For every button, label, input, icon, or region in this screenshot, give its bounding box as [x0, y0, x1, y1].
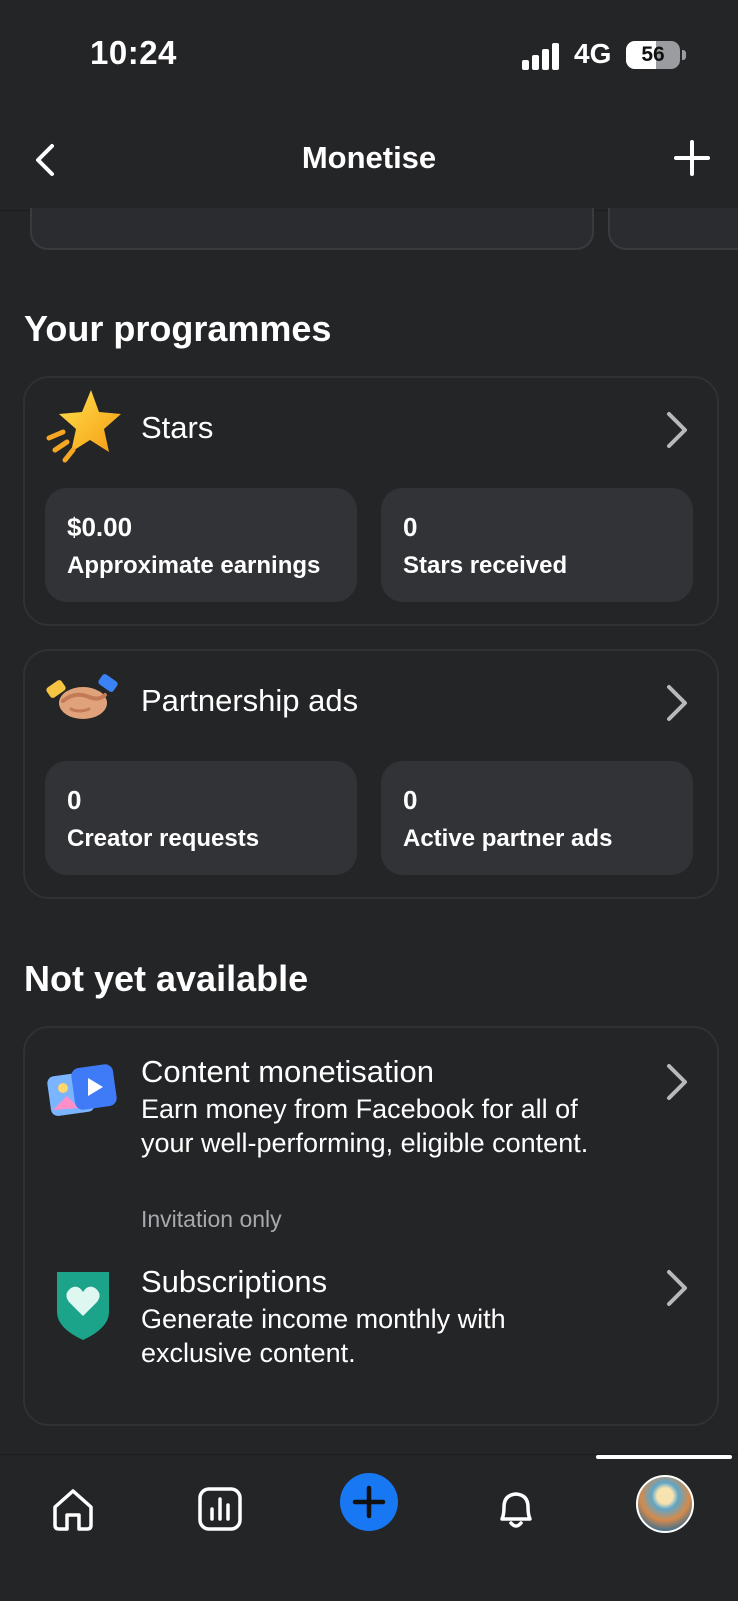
section-title-not-available: Not yet available: [24, 958, 309, 999]
item-title: Subscriptions: [141, 1264, 328, 1299]
stat-value: $0.00: [67, 512, 133, 542]
signal-icon: [522, 42, 562, 70]
stat-approximate-earnings[interactable]: $0.00 Approximate earnings: [45, 488, 357, 602]
stat-label: Approximate earnings: [67, 552, 321, 579]
add-button[interactable]: [672, 138, 712, 178]
stat-label: Active partner ads: [403, 825, 613, 852]
item-description: Earn money from Facebook for all of your…: [141, 1094, 589, 1158]
status-bar: 10:24 4G 56: [0, 0, 738, 110]
programme-name: Stars: [141, 410, 214, 445]
star-icon: [45, 388, 121, 464]
insights-tab[interactable]: [190, 1479, 250, 1539]
battery-icon: 56: [626, 41, 686, 69]
home-tab[interactable]: [43, 1479, 103, 1539]
stat-value: 0: [403, 785, 418, 815]
battery-percent: 56: [641, 43, 665, 66]
partnership-ads-header[interactable]: Partnership ads: [25, 651, 717, 755]
stat-value: 0: [67, 785, 82, 815]
item-note: Invitation only: [141, 1206, 282, 1232]
chevron-right-icon: [663, 1266, 691, 1310]
bell-icon: [500, 1492, 532, 1528]
stars-programme-card[interactable]: Stars $0.00 Approximate earnings 0 Stars…: [23, 376, 719, 626]
active-tab-indicator: [596, 1455, 732, 1459]
content-monetisation-item[interactable]: Content monetisation Earn money from Fac…: [25, 1054, 717, 1234]
item-title: Content monetisation: [141, 1054, 434, 1089]
chevron-right-icon: [663, 408, 691, 452]
stat-stars-received[interactable]: 0 Stars received: [381, 488, 693, 602]
stat-value: 0: [403, 512, 418, 542]
stat-creator-requests[interactable]: 0 Creator requests: [45, 761, 357, 875]
profile-avatar[interactable]: [636, 1475, 694, 1533]
subscriptions-item[interactable]: Subscriptions Generate income monthly wi…: [25, 1264, 717, 1384]
network-type: 4G: [574, 38, 612, 69]
bottom-nav: [0, 1454, 738, 1601]
insights-icon: [198, 1487, 242, 1531]
programme-name: Partnership ads: [141, 683, 359, 718]
stat-label: Stars received: [403, 552, 568, 579]
page-title: Monetise: [301, 140, 437, 175]
stat-label: Creator requests: [67, 825, 260, 852]
carousel-card[interactable]: [608, 208, 738, 250]
not-available-card: Content monetisation Earn money from Fac…: [23, 1026, 719, 1426]
home-icon: [53, 1489, 93, 1531]
chevron-right-icon: [663, 1060, 691, 1104]
handshake-icon: [45, 661, 121, 737]
nav-header: Monetise: [0, 110, 738, 211]
content-media-icon: [45, 1060, 121, 1136]
carousel-card[interactable]: [30, 208, 594, 250]
item-description: Generate income monthly with exclusive c…: [141, 1304, 506, 1368]
section-title-programmes: Your programmes: [24, 308, 332, 349]
plus-icon: [352, 1485, 386, 1519]
plus-icon: [674, 140, 710, 176]
status-time: 10:24: [90, 34, 177, 71]
create-button[interactable]: [340, 1473, 398, 1531]
notifications-tab[interactable]: [486, 1479, 546, 1539]
stat-active-partner-ads[interactable]: 0 Active partner ads: [381, 761, 693, 875]
chevron-right-icon: [663, 681, 691, 725]
stars-programme-header[interactable]: Stars: [25, 378, 717, 482]
partnership-ads-card[interactable]: Partnership ads 0 Creator requests 0 Act…: [23, 649, 719, 899]
subscription-shield-icon: [45, 1266, 121, 1342]
